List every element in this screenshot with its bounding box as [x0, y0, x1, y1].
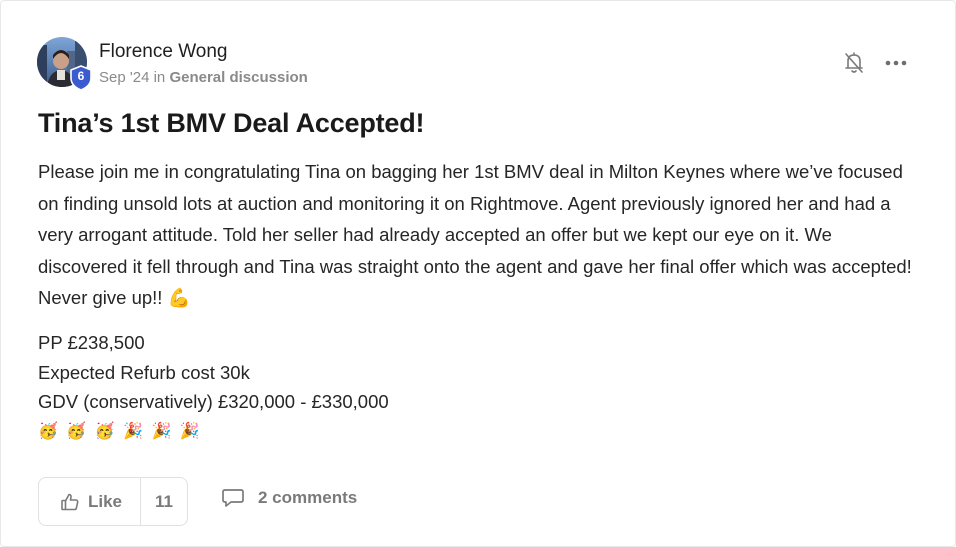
post-body: Please join me in congratulating Tina on…: [38, 161, 912, 308]
like-label: Like: [88, 491, 123, 511]
author-name[interactable]: Florence Wong: [99, 41, 228, 63]
level-badge: 6: [69, 65, 93, 91]
emoji-row: 🥳 🥳 🥳 🎉 🎉 🎉: [38, 422, 202, 440]
category-link[interactable]: General discussion: [169, 69, 307, 86]
like-button[interactable]: Like: [39, 478, 141, 525]
comment-icon: [222, 489, 244, 507]
stat-purchase-price: PP £238,500: [38, 332, 145, 353]
post-date: Sep '24: [99, 69, 150, 86]
like-control: Like 11: [38, 477, 188, 526]
avatar[interactable]: 6: [37, 37, 92, 91]
post-card: 6 Florence Wong Sep '24 in General discu…: [0, 0, 956, 547]
comments-label: 2 comments: [258, 488, 358, 507]
post-title: Tina’s 1st BMV Deal Accepted!: [38, 108, 425, 138]
post-header: 6 Florence Wong Sep '24 in General discu…: [37, 37, 915, 91]
like-count[interactable]: 11: [141, 492, 187, 512]
bell-off-icon[interactable]: [843, 51, 865, 75]
more-horizontal-icon[interactable]: [883, 53, 909, 73]
post-stats: PP £238,500 Expected Refurb cost 30k GDV…: [38, 328, 389, 446]
thumbs-up-icon: [61, 493, 79, 510]
post-meta: Sep '24 in General discussion: [99, 69, 308, 86]
stat-refurb-cost: Expected Refurb cost 30k: [38, 361, 250, 383]
comments-button[interactable]: 2 comments: [221, 487, 357, 509]
stat-gdv: GDV (conservatively) £320,000 - £330,000: [38, 391, 389, 412]
in-text: in: [153, 69, 166, 86]
level-number: 6: [77, 69, 85, 83]
